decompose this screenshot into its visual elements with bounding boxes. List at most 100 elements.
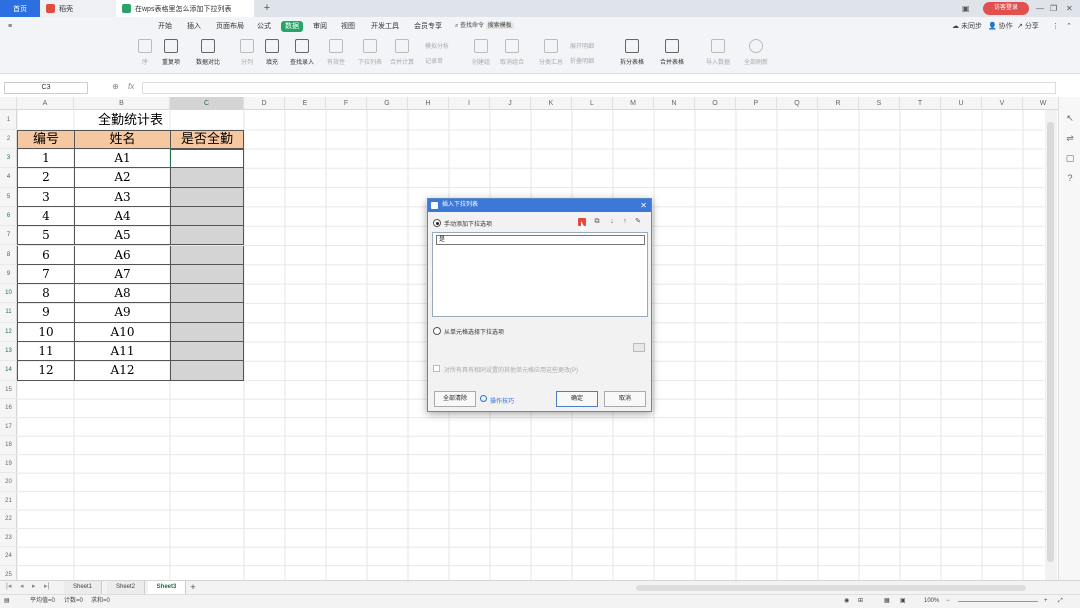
- column-header-j[interactable]: J: [490, 97, 531, 110]
- table-title[interactable]: 全勤统计表: [17, 112, 244, 130]
- cell-number[interactable]: 1: [17, 149, 75, 169]
- next-sheet-icon[interactable]: ▸: [32, 582, 36, 590]
- row-header-3[interactable]: 3: [0, 149, 17, 169]
- clear-all-button[interactable]: 全部清除: [434, 391, 476, 407]
- last-sheet-icon[interactable]: ▸|: [44, 582, 49, 590]
- range-picker-icon[interactable]: [633, 343, 645, 352]
- row-header-23[interactable]: 23: [0, 529, 17, 548]
- column-header-o[interactable]: O: [695, 97, 736, 110]
- row-header-11[interactable]: 11: [0, 303, 17, 323]
- sheet-tab-sheet3[interactable]: Sheet3: [148, 581, 186, 594]
- cell-name[interactable]: A8: [74, 284, 171, 304]
- tab-docer[interactable]: 稻壳: [40, 0, 116, 17]
- split-column-button[interactable]: 分列: [240, 39, 254, 71]
- column-header-t[interactable]: T: [900, 97, 941, 110]
- row-header-5[interactable]: 5: [0, 188, 17, 207]
- header-attendance[interactable]: 是否全勤: [170, 130, 244, 149]
- minimize-icon[interactable]: —: [1036, 2, 1044, 15]
- column-header-h[interactable]: H: [408, 97, 449, 110]
- column-header-p[interactable]: P: [736, 97, 777, 110]
- vertical-scroll-thumb[interactable]: [1047, 122, 1054, 562]
- row-header-22[interactable]: 22: [0, 510, 17, 529]
- column-header-q[interactable]: Q: [777, 97, 818, 110]
- row-header-1[interactable]: 1: [0, 110, 17, 130]
- cell-attendance[interactable]: [170, 168, 244, 188]
- login-button[interactable]: 访客登录: [983, 2, 1029, 15]
- cell-option-label[interactable]: 从单元格选择下拉选项: [444, 327, 504, 336]
- sheet-tab-sheet2[interactable]: Sheet2: [107, 581, 145, 594]
- cell-name[interactable]: A4: [74, 206, 171, 227]
- consolidate-button[interactable]: 合并计算: [390, 39, 414, 71]
- cell-number[interactable]: 3: [17, 187, 75, 207]
- header-name[interactable]: 姓名: [74, 130, 171, 149]
- ok-button[interactable]: 确定: [556, 391, 598, 407]
- column-header-m[interactable]: M: [613, 97, 654, 110]
- column-header-e[interactable]: E: [285, 97, 326, 110]
- cell-name[interactable]: A11: [74, 342, 171, 362]
- cell-attendance[interactable]: [170, 361, 244, 381]
- menu-file-icon[interactable]: ≡: [8, 21, 12, 32]
- column-header-l[interactable]: L: [572, 97, 613, 110]
- cell-number[interactable]: 9: [17, 303, 75, 323]
- cell-number[interactable]: 2: [17, 168, 75, 188]
- cell-number[interactable]: 12: [17, 361, 75, 381]
- column-header-u[interactable]: U: [941, 97, 982, 110]
- ungroup-button[interactable]: 取消组合: [500, 39, 524, 71]
- cell-attendance[interactable]: [170, 264, 244, 285]
- row-header-21[interactable]: 21: [0, 492, 17, 511]
- column-header-c[interactable]: C: [170, 97, 244, 110]
- cell-attendance[interactable]: [170, 342, 244, 362]
- row-header-7[interactable]: 7: [0, 226, 17, 246]
- zoom-icon[interactable]: ⊕: [112, 82, 119, 91]
- tab-home[interactable]: 首页: [0, 0, 40, 17]
- fx-button[interactable]: fx: [128, 82, 134, 91]
- row-header-16[interactable]: 16: [0, 399, 17, 418]
- header-number[interactable]: 编号: [17, 130, 75, 149]
- share-button[interactable]: ↗ 分享: [1017, 21, 1039, 32]
- horizontal-scrollbar[interactable]: [636, 585, 1026, 591]
- fill-button[interactable]: 填充: [265, 39, 279, 71]
- maximize-icon[interactable]: ❐: [1050, 2, 1057, 15]
- new-tab-button[interactable]: +: [260, 0, 274, 17]
- search-template-tag[interactable]: 搜索模板: [485, 23, 514, 29]
- move-up-icon[interactable]: ↑: [621, 218, 629, 226]
- sort-button[interactable]: 序: [138, 39, 152, 71]
- cell-name[interactable]: A10: [74, 322, 171, 342]
- apply-all-checkbox[interactable]: [433, 365, 440, 372]
- normal-view-icon[interactable]: ▦: [884, 595, 890, 608]
- subtotal-button[interactable]: 分类汇总: [539, 39, 563, 71]
- menu-developer[interactable]: 开发工具: [371, 21, 399, 32]
- menu-start[interactable]: 开始: [158, 21, 172, 32]
- cell-attendance[interactable]: [170, 303, 244, 323]
- zoom-in-icon[interactable]: +: [1044, 595, 1048, 608]
- fullscreen-icon[interactable]: ⤢: [1058, 595, 1063, 608]
- menu-page-layout[interactable]: 页面布局: [216, 21, 244, 32]
- eye-protection-icon[interactable]: ◉: [844, 595, 849, 608]
- cell-name[interactable]: A12: [74, 361, 171, 381]
- cell-attendance[interactable]: [170, 206, 244, 227]
- dropdown-options-list[interactable]: 是: [432, 232, 648, 317]
- page-view-icon[interactable]: ▣: [900, 595, 906, 608]
- menu-insert[interactable]: 插入: [187, 21, 201, 32]
- window-icon[interactable]: ▣: [962, 2, 970, 15]
- manual-option-radio[interactable]: [433, 219, 441, 227]
- zoom-level[interactable]: 100%: [924, 595, 939, 608]
- column-header-f[interactable]: F: [326, 97, 367, 110]
- menu-view[interactable]: 视图: [341, 21, 355, 32]
- manual-option-label[interactable]: 手动添加下拉选项: [444, 219, 492, 228]
- row-header-20[interactable]: 20: [0, 473, 17, 492]
- dialog-close-icon[interactable]: ✕: [640, 199, 647, 212]
- close-icon[interactable]: ✕: [1066, 2, 1073, 15]
- first-sheet-icon[interactable]: |◂: [6, 582, 11, 590]
- row-header-17[interactable]: 17: [0, 418, 17, 437]
- cell-attendance[interactable]: [170, 149, 244, 169]
- column-header-s[interactable]: S: [859, 97, 900, 110]
- column-header-i[interactable]: I: [449, 97, 490, 110]
- compare-button[interactable]: 数据对比: [196, 39, 220, 71]
- cell-number[interactable]: 10: [17, 322, 75, 342]
- column-header-n[interactable]: N: [654, 97, 695, 110]
- collaborate-button[interactable]: 👤 协作: [988, 21, 1013, 32]
- cell-name[interactable]: A1: [74, 149, 171, 169]
- validity-button[interactable]: 有效性: [327, 39, 345, 71]
- select-all-corner[interactable]: [0, 97, 17, 110]
